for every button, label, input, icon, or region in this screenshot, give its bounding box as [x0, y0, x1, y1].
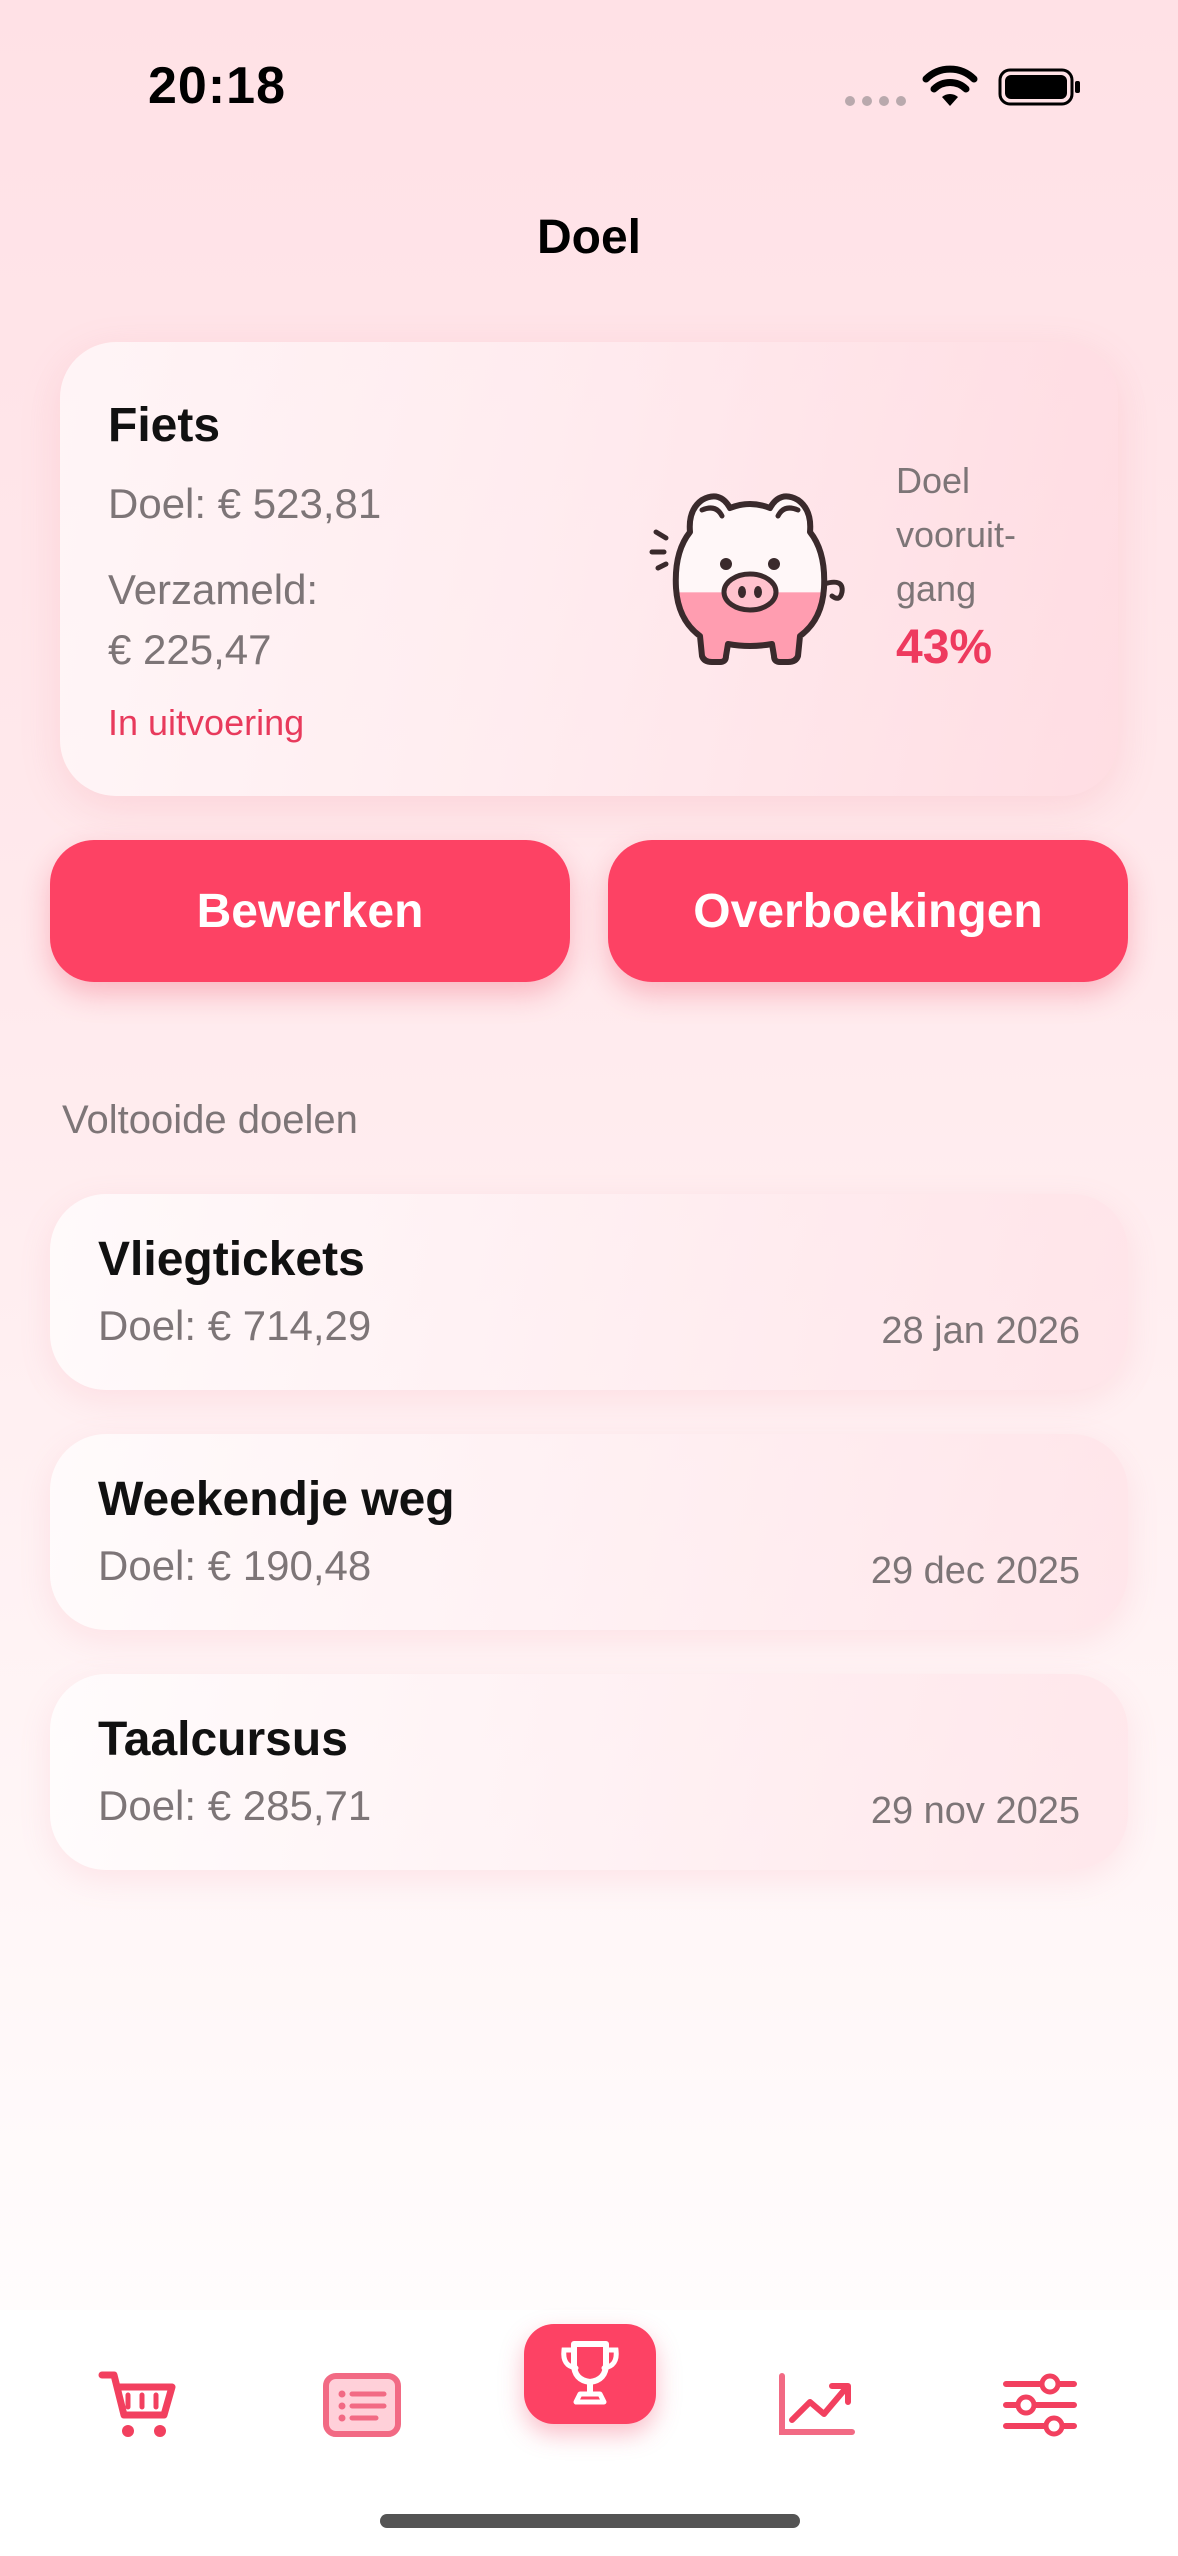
goal-collected-label: Verzameld: [108, 566, 319, 613]
progress-value: 43% [896, 621, 993, 674]
trophy-icon [561, 2341, 619, 2405]
tab-shopping[interactable] [78, 2350, 198, 2460]
completed-goal-date: 29 dec 2025 [870, 1550, 1080, 1592]
completed-goal-name: Weekendje weg [98, 1473, 455, 1526]
goal-collected: Verzameld: € 225,47 [108, 560, 528, 680]
goal-collected-value: € 225,47 [108, 626, 272, 673]
goal-status: In uitvoering [108, 702, 305, 743]
cart-icon [98, 2371, 176, 2437]
list-icon [323, 2373, 401, 2437]
status-time: 20:18 [148, 57, 286, 115]
completed-goal-target: Doel: € 190,48 [98, 1542, 372, 1589]
completed-goal-card[interactable]: Weekendje weg Doel: € 190,48 29 dec 2025 [50, 1434, 1128, 1630]
progress-label-line-3: gang [896, 568, 977, 609]
completed-goal-date: 28 jan 2026 [881, 1310, 1080, 1352]
completed-goal-date: 29 nov 2025 [870, 1790, 1080, 1832]
completed-goals-heading: Voltooide doelen [62, 1098, 358, 1142]
completed-goal-name: Taalcursus [98, 1713, 348, 1766]
sliders-icon [1003, 2373, 1077, 2437]
battery-icon [998, 68, 1080, 106]
progress-label-line-1: Doel [896, 460, 971, 501]
tab-list[interactable] [302, 2350, 422, 2460]
page-title: Doel [536, 211, 641, 264]
completed-goal-card[interactable]: Vliegtickets Doel: € 714,29 28 jan 2026 [50, 1194, 1128, 1390]
completed-goal-card[interactable]: Taalcursus Doel: € 285,71 29 nov 2025 [50, 1674, 1128, 1870]
chart-icon [779, 2373, 855, 2435]
completed-goal-target: Doel: € 285,71 [98, 1782, 372, 1829]
completed-goal-target: Doel: € 714,29 [98, 1302, 372, 1349]
piggy-bank-icon [649, 493, 845, 665]
home-indicator [380, 2514, 800, 2528]
tab-goals[interactable] [524, 2324, 656, 2424]
goal-name: Fiets [108, 399, 221, 452]
progress-label: Doel vooruit- gang [896, 454, 1076, 616]
cellular-signal-icon [845, 96, 906, 106]
edit-button[interactable]: Bewerken [50, 840, 570, 982]
transfers-button[interactable]: Overboekingen [608, 840, 1128, 982]
tab-statistics[interactable] [756, 2350, 876, 2460]
progress-label-line-2: vooruit- [896, 514, 1017, 555]
status-bar: 20:18 [0, 0, 1178, 170]
wifi-icon [922, 65, 978, 106]
current-goal-card[interactable]: Fiets Doel: € 523,81 Verzameld: € 225,47… [60, 342, 1118, 796]
goal-target: Doel: € 523,81 [108, 480, 382, 527]
tab-settings[interactable] [980, 2350, 1100, 2460]
completed-goal-name: Vliegtickets [98, 1233, 365, 1286]
